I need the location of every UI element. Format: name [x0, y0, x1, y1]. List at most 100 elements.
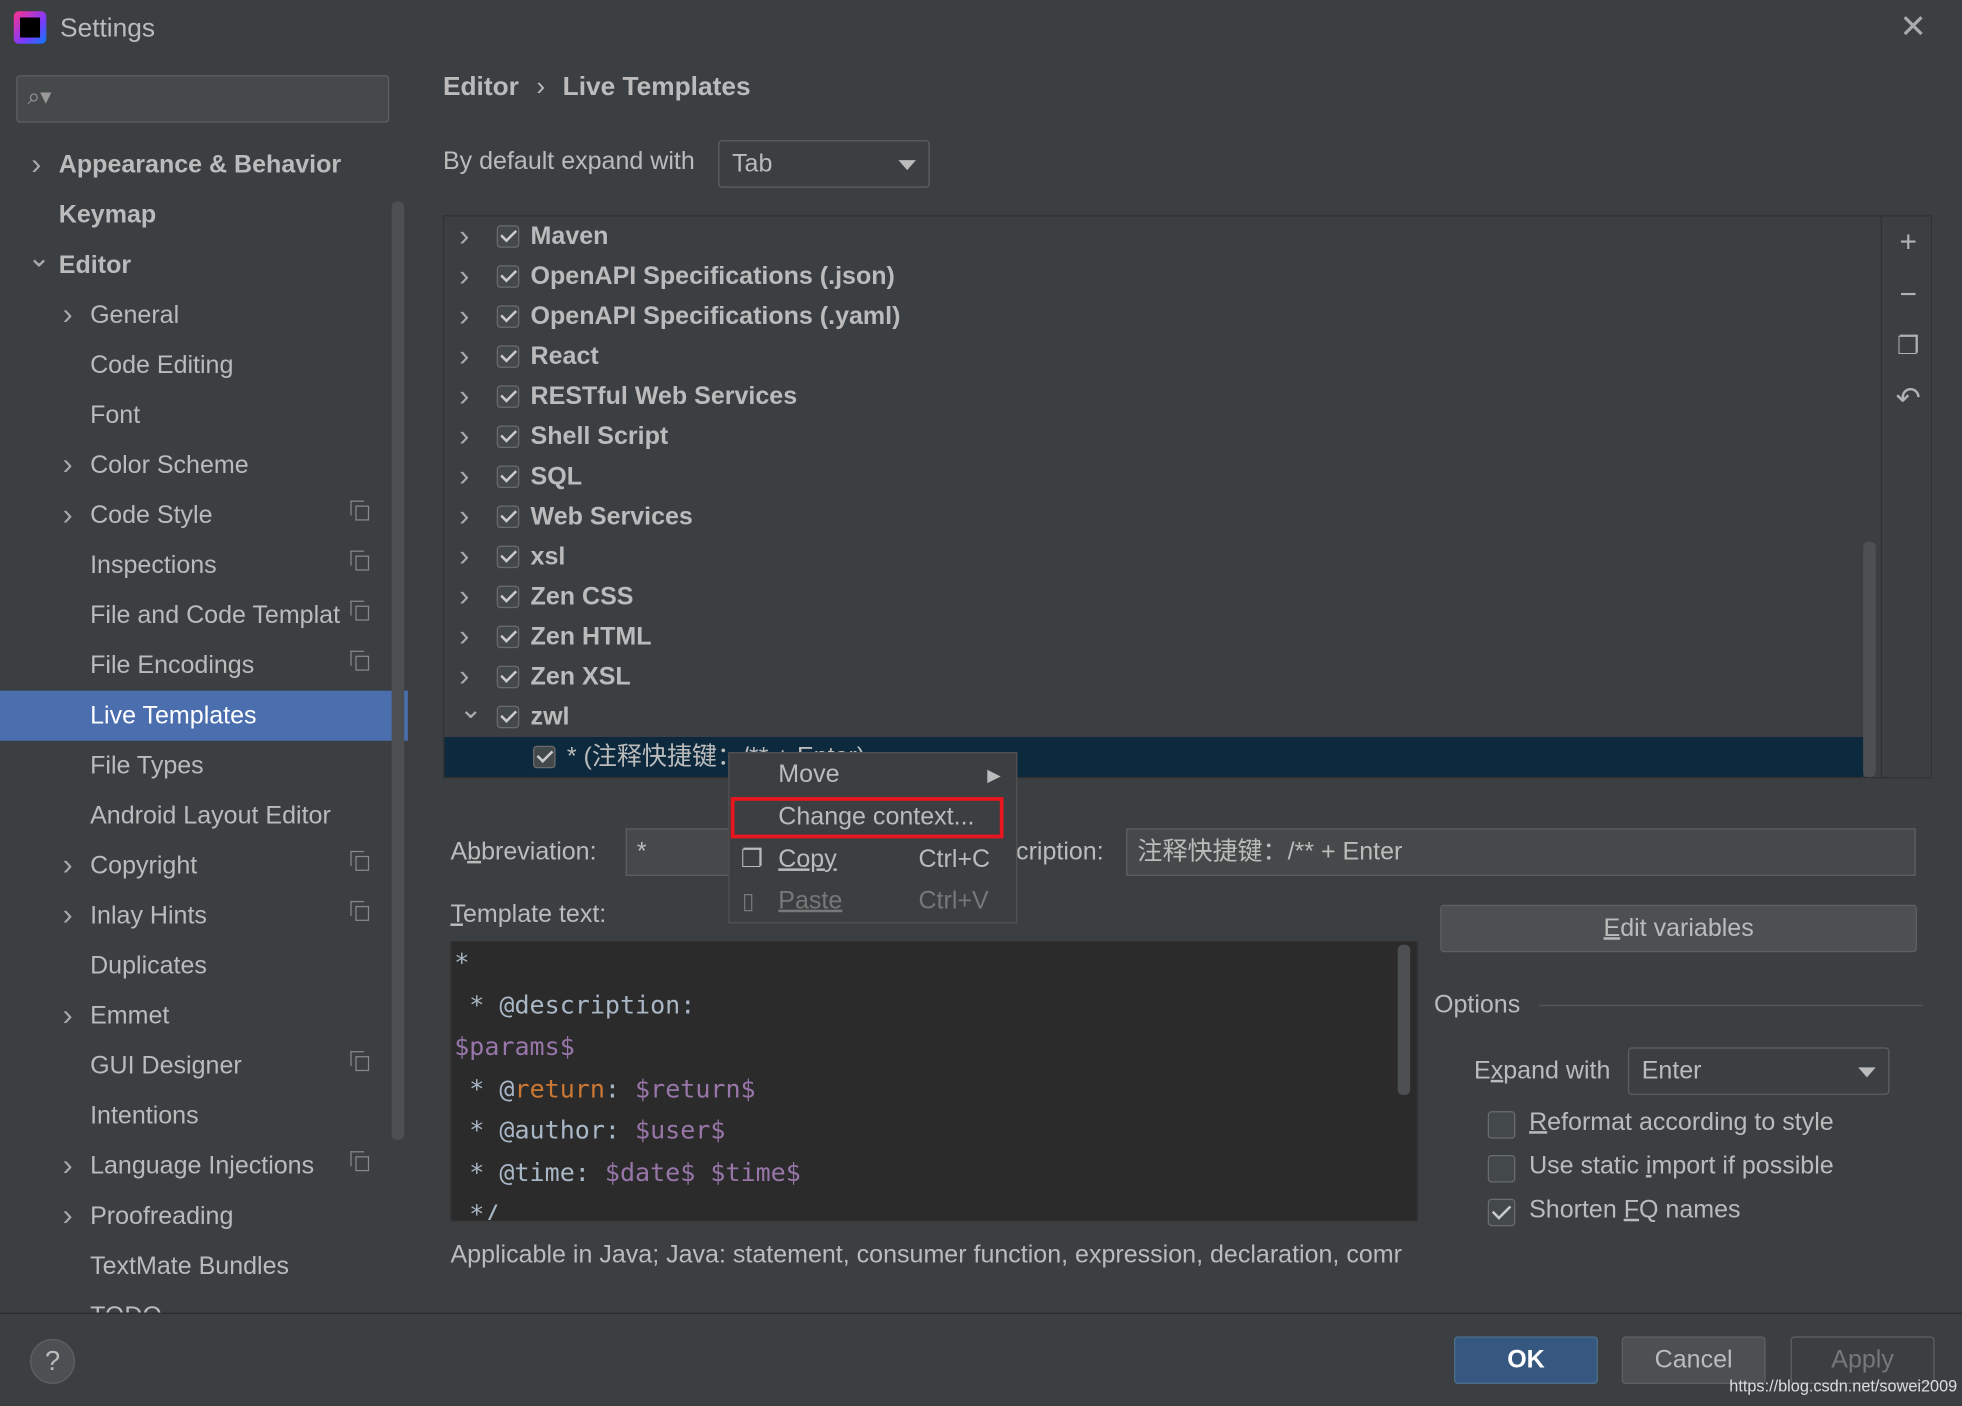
- sidebar-item[interactable]: Android Layout Editor: [0, 791, 408, 841]
- edit-variables-button[interactable]: Edit variables: [1440, 904, 1917, 953]
- template-group[interactable]: › Zen XSL: [444, 657, 1880, 697]
- sidebar-item[interactable]: Inspections: [0, 541, 408, 591]
- sidebar-item[interactable]: GUI Designer: [0, 1041, 408, 1091]
- template-group[interactable]: › RESTful Web Services: [444, 377, 1880, 417]
- sidebar-item[interactable]: › Inlay Hints: [0, 891, 408, 941]
- project-scope-icon: [350, 1151, 370, 1172]
- template-group[interactable]: › OpenAPI Specifications (.yaml): [444, 297, 1880, 337]
- sidebar-item[interactable]: › Copyright: [0, 841, 408, 891]
- undo-icon[interactable]: ↶: [1894, 384, 1922, 414]
- group-checkbox[interactable]: [496, 545, 520, 569]
- template-item[interactable]: * (注释快捷键：/** + Enter): [444, 737, 1864, 778]
- sidebar-scrollbar[interactable]: [391, 201, 405, 1140]
- sidebar-item[interactable]: › Appearance & Behavior: [0, 140, 408, 190]
- group-checkbox[interactable]: [496, 505, 520, 529]
- group-checkbox[interactable]: [496, 465, 520, 489]
- chevron-right-icon[interactable]: ›: [59, 1191, 77, 1241]
- group-checkbox[interactable]: [496, 585, 520, 609]
- chevron-right-icon[interactable]: ›: [459, 297, 469, 337]
- chevron-right-icon[interactable]: ›: [459, 577, 469, 617]
- editor-scrollbar[interactable]: [1397, 944, 1411, 1095]
- ok-button[interactable]: OK: [1454, 1336, 1598, 1384]
- menu-item-copy[interactable]: ❐ Copy Ctrl+C: [730, 840, 1017, 881]
- template-group[interactable]: › Maven: [444, 216, 1880, 256]
- template-group[interactable]: › xsl: [444, 537, 1880, 577]
- template-group[interactable]: › OpenAPI Specifications (.json): [444, 257, 1880, 297]
- sidebar-item[interactable]: TODO: [0, 1291, 408, 1313]
- minus-icon[interactable]: −: [1894, 280, 1922, 310]
- chevron-right-icon[interactable]: ›: [28, 140, 46, 190]
- sidebar-item[interactable]: › Proofreading: [0, 1191, 408, 1241]
- sidebar-item[interactable]: Code Editing: [0, 340, 408, 390]
- group-checkbox[interactable]: [496, 345, 520, 368]
- sidebar-item[interactable]: Intentions: [0, 1091, 408, 1141]
- chevron-right-icon[interactable]: ›: [459, 537, 469, 577]
- group-checkbox[interactable]: [496, 425, 520, 448]
- group-checkbox[interactable]: [496, 305, 520, 328]
- template-group[interactable]: › Zen HTML: [444, 617, 1880, 657]
- group-checkbox[interactable]: [496, 265, 520, 288]
- project-scope-icon: [350, 550, 370, 571]
- chevron-right-icon[interactable]: ›: [59, 1141, 77, 1191]
- chevron-right-icon[interactable]: ›: [459, 337, 469, 377]
- sidebar-item[interactable]: › Language Injections: [0, 1141, 408, 1191]
- template-group[interactable]: › Zen CSS: [444, 577, 1880, 617]
- sidebar-item[interactable]: › Color Scheme: [0, 440, 408, 490]
- chevron-down-icon[interactable]: ⌄: [28, 233, 51, 283]
- template-group[interactable]: ⌄ zwl: [444, 693, 1880, 737]
- sidebar-item[interactable]: Live Templates: [0, 690, 408, 741]
- sidebar-item[interactable]: File Encodings: [0, 641, 408, 691]
- group-checkbox[interactable]: [496, 385, 520, 408]
- breadcrumb-editor[interactable]: Editor: [443, 73, 519, 102]
- chevron-right-icon[interactable]: ›: [459, 257, 469, 297]
- group-checkbox[interactable]: [496, 225, 520, 248]
- description-input[interactable]: 注释快捷键：/** + Enter: [1126, 828, 1916, 876]
- checkbox[interactable]: [1487, 1198, 1516, 1227]
- chevron-right-icon[interactable]: ›: [59, 290, 77, 340]
- sidebar-item[interactable]: › Emmet: [0, 991, 408, 1041]
- template-group[interactable]: › React: [444, 337, 1880, 377]
- template-text-editor[interactable]: * * @description: $params$ * @return: $re…: [450, 940, 1418, 1222]
- sidebar-item[interactable]: Keymap: [0, 190, 408, 240]
- search-input[interactable]: ⌕▾: [16, 75, 390, 123]
- tree-scrollbar[interactable]: [1863, 541, 1876, 778]
- sidebar-item[interactable]: › General: [0, 290, 408, 340]
- chevron-right-icon[interactable]: ›: [459, 216, 469, 256]
- sidebar-item[interactable]: File and Code Templat: [0, 591, 408, 641]
- chevron-right-icon[interactable]: ›: [59, 841, 77, 891]
- checkbox[interactable]: [1487, 1111, 1516, 1139]
- menu-item-paste[interactable]: ▯ Paste Ctrl+V: [730, 881, 1017, 922]
- chevron-down-icon[interactable]: ⌄: [459, 689, 482, 729]
- menu-item-move[interactable]: Move ▶: [730, 755, 1017, 796]
- group-checkbox[interactable]: [496, 625, 520, 649]
- chevron-right-icon[interactable]: ›: [459, 457, 469, 497]
- copy-icon[interactable]: ❐: [1894, 333, 1922, 361]
- plus-icon[interactable]: +: [1894, 227, 1922, 257]
- sidebar-item[interactable]: Duplicates: [0, 941, 408, 991]
- sidebar-item[interactable]: File Types: [0, 741, 408, 791]
- sidebar-item[interactable]: TextMate Bundles: [0, 1241, 408, 1291]
- template-group[interactable]: › SQL: [444, 457, 1880, 497]
- chevron-right-icon[interactable]: ›: [459, 417, 469, 457]
- expand-with-select[interactable]: Enter: [1627, 1047, 1890, 1095]
- checkbox[interactable]: [1487, 1154, 1516, 1183]
- close-icon[interactable]: ✕: [1899, 8, 1926, 47]
- chevron-right-icon[interactable]: ›: [59, 891, 77, 941]
- sidebar-item[interactable]: Font: [0, 390, 408, 440]
- help-button[interactable]: ?: [30, 1338, 76, 1384]
- chevron-right-icon[interactable]: ›: [59, 440, 77, 490]
- chevron-right-icon[interactable]: ›: [459, 617, 469, 657]
- sidebar-item[interactable]: ⌄ Editor: [0, 240, 408, 290]
- template-checkbox[interactable]: [533, 745, 556, 769]
- template-group[interactable]: › Shell Script: [444, 417, 1880, 457]
- chevron-right-icon[interactable]: ›: [59, 491, 77, 541]
- chevron-right-icon[interactable]: ›: [459, 497, 469, 537]
- group-checkbox[interactable]: [496, 665, 520, 689]
- expand-default-select[interactable]: Tab: [718, 140, 930, 188]
- chevron-right-icon[interactable]: ›: [459, 377, 469, 417]
- template-group[interactable]: › Web Services: [444, 497, 1880, 537]
- applicable-contexts[interactable]: Applicable in Java; Java: statement, con…: [450, 1241, 1419, 1270]
- sidebar-item[interactable]: › Code Style: [0, 491, 408, 541]
- chevron-right-icon[interactable]: ›: [59, 991, 77, 1041]
- group-checkbox[interactable]: [496, 705, 520, 729]
